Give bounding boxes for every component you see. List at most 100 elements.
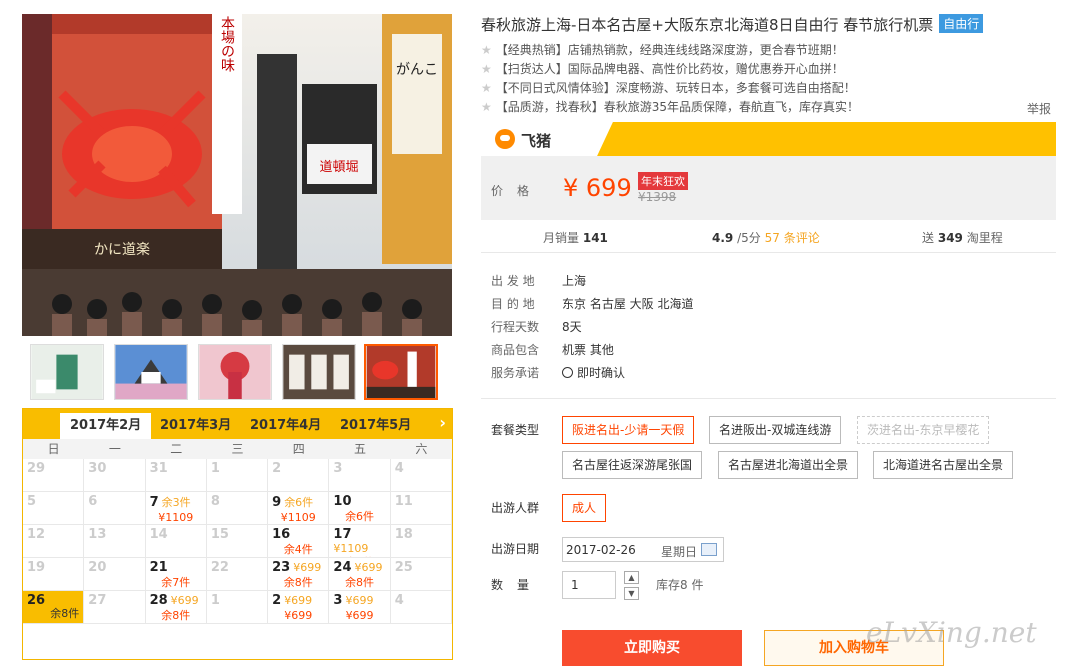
thumbnail-5[interactable] xyxy=(364,344,438,400)
day-price: ¥1109 xyxy=(158,511,194,524)
package-option[interactable]: 阪进名出-少请一天假 xyxy=(562,416,695,444)
points-value: 349 xyxy=(937,231,963,245)
day-price: 余8件 xyxy=(283,576,313,589)
thumbnail-4[interactable] xyxy=(282,344,356,400)
report-link[interactable]: 举报 xyxy=(1027,100,1051,117)
day-number: 16 xyxy=(272,527,291,542)
calendar-day-cell: 2 xyxy=(268,459,330,492)
selling-point-text: 【扫货达人】国际品牌电器、高性价比药妆，赠优惠券开心血拼！ xyxy=(495,62,844,76)
calendar-day-cell: 20 xyxy=(84,558,146,591)
tab-month-4[interactable]: 2017年5月 xyxy=(330,413,421,439)
day-number: 15 xyxy=(210,527,229,542)
weekday-label: 五 xyxy=(354,442,367,456)
calendar-day-cell: 5 xyxy=(23,492,85,525)
tab-month-2[interactable]: 2017年3月 xyxy=(150,413,241,439)
day-number: 5 xyxy=(27,494,37,509)
rating-suffix: /5分 xyxy=(737,231,761,245)
quantity-increase-button[interactable]: ▲ xyxy=(624,571,639,584)
calendar-day-cell[interactable]: 28 ¥699 余8件 xyxy=(145,591,207,624)
quantity-decrease-button[interactable]: ▼ xyxy=(624,587,639,600)
quantity-input[interactable]: 1 xyxy=(562,571,616,599)
info-value: 东京 名古屋 大阪 北海道 xyxy=(562,297,694,311)
points-suffix: 淘里程 xyxy=(966,231,1003,245)
selling-point-text: 【不同日式风情体验】深度畅游、玩转日本，多套餐可选自由搭配！ xyxy=(495,81,856,95)
calendar-day-cell[interactable]: 9 余6件 ¥1109 xyxy=(268,492,330,525)
rating: 4.9 /5分 57 条评论 xyxy=(712,229,820,246)
calendar-day-cell: 8 xyxy=(206,492,269,525)
day-number: 18 xyxy=(394,527,413,542)
sign-dotonbori: 道頓堀 xyxy=(319,160,358,175)
package-option[interactable]: 名古屋进北海道出全景 xyxy=(718,451,859,479)
calendar-day-cell[interactable]: 21 余7件 xyxy=(145,558,207,591)
chevron-right-icon[interactable]: › xyxy=(439,413,446,432)
calendar-day-cell[interactable]: 10 余6件 xyxy=(329,492,391,525)
monthly-sales-value: 141 xyxy=(582,231,608,245)
date-label: 出游日期 xyxy=(491,542,540,556)
price-label: 价格 xyxy=(491,184,544,198)
check-circle-icon xyxy=(562,367,573,378)
thumbnail-2[interactable] xyxy=(114,344,188,400)
main-product-image[interactable]: 本場の味 道頓堀 がんこ かに道楽 xyxy=(22,14,452,336)
thumbnail-1[interactable] xyxy=(30,344,104,400)
buy-now-button[interactable]: 立即购买 xyxy=(562,630,742,666)
mileage-points: 送 349 淘里程 xyxy=(922,229,1003,246)
info-label: 服务承诺 xyxy=(491,366,540,380)
day-number: 4 xyxy=(394,461,404,476)
calendar-day-cell[interactable]: 2 ¥699 ¥699 xyxy=(268,591,330,624)
calendar-weekday-header: 日 一 二 三 四 五 六 xyxy=(23,439,452,459)
sign-kani: かに道楽 xyxy=(94,242,150,258)
points-prefix: 送 xyxy=(922,231,935,245)
fliggy-logo-icon xyxy=(495,129,515,149)
calendar-day-cell[interactable]: 3 ¥699 ¥699 xyxy=(329,591,391,624)
day-number: 7 xyxy=(149,495,159,510)
day-number: 20 xyxy=(88,560,107,575)
day-number: 9 xyxy=(272,495,282,510)
info-value: 上海 xyxy=(562,274,587,288)
weekday-label: 日 xyxy=(47,442,60,456)
brand-bar: 飞猪 xyxy=(481,122,1056,156)
star-icon: ★ xyxy=(481,100,492,114)
calendar-day-cell: 11 xyxy=(390,492,452,525)
package-option[interactable]: 名进阪出-双城连线游 xyxy=(709,416,842,444)
calendar-day-cell: 4 xyxy=(390,591,452,624)
price-box: 价格 ¥ 699 年末狂欢 ¥1398 xyxy=(481,156,1056,220)
weekday-label: 四 xyxy=(292,442,305,456)
reviews-link[interactable]: 57 条评论 xyxy=(765,231,820,245)
divider xyxy=(481,398,1056,399)
calendar-day-cell[interactable]: 26 余8件 xyxy=(23,591,85,624)
product-stats: 月销量 141 4.9 /5分 57 条评论 送 349 淘里程 xyxy=(481,225,1056,247)
calendar-icon[interactable] xyxy=(701,543,717,556)
weekday-label: 三 xyxy=(231,442,244,456)
day-number: 28 xyxy=(149,593,168,608)
sign-honba: 本場の味 xyxy=(219,16,235,72)
package-option[interactable]: 北海道进名古屋出全景 xyxy=(873,451,1014,479)
calendar-day-cell[interactable]: 17¥1109余2件 xyxy=(329,525,391,558)
thumbnail-3[interactable] xyxy=(198,344,272,400)
rating-value: 4.9 xyxy=(712,231,734,245)
day-number: 14 xyxy=(149,527,168,542)
calendar-day-cell[interactable]: 16 余4件 xyxy=(268,525,330,558)
calendar-day-cell[interactable]: 24 ¥699 余8件 xyxy=(329,558,391,591)
stock-text: 库存8 件 xyxy=(656,578,704,592)
day-number: 10 xyxy=(333,494,352,509)
day-price: 余7件 xyxy=(161,576,191,589)
tab-month-1[interactable]: 2017年2月 xyxy=(60,413,152,439)
day-number: 11 xyxy=(394,494,413,509)
calendar-day-cell[interactable]: 7 余3件 ¥1109 xyxy=(145,492,207,525)
product-title-text: 春秋旅游上海-日本名古屋+大阪东京北海道8日自由行 春节旅行机票 xyxy=(481,16,934,34)
day-number: 1 xyxy=(210,593,220,608)
calendar-day-cell: 1 xyxy=(206,459,269,492)
calendar-day-cell: 3 xyxy=(329,459,391,492)
date-field[interactable]: 2017-02-26 星期日 xyxy=(562,537,724,562)
calendar-month-tabs: 2017年2月 2017年3月 2017年4月 2017年5月 › xyxy=(23,409,452,439)
day-number: 6 xyxy=(88,494,98,509)
day-price: ¥699 xyxy=(284,609,313,622)
info-row-includes: 商品包含 机票 其他 xyxy=(491,339,693,362)
day-number: 26 xyxy=(27,593,46,608)
day-number: 8 xyxy=(210,494,220,509)
star-icon: ★ xyxy=(481,43,492,57)
package-option[interactable]: 名古屋往返深游尾张国 xyxy=(562,451,703,479)
calendar-day-cell[interactable]: 23 ¥699 余8件 xyxy=(268,558,330,591)
tab-month-3[interactable]: 2017年4月 xyxy=(240,413,331,439)
traveler-option[interactable]: 成人 xyxy=(562,494,607,522)
